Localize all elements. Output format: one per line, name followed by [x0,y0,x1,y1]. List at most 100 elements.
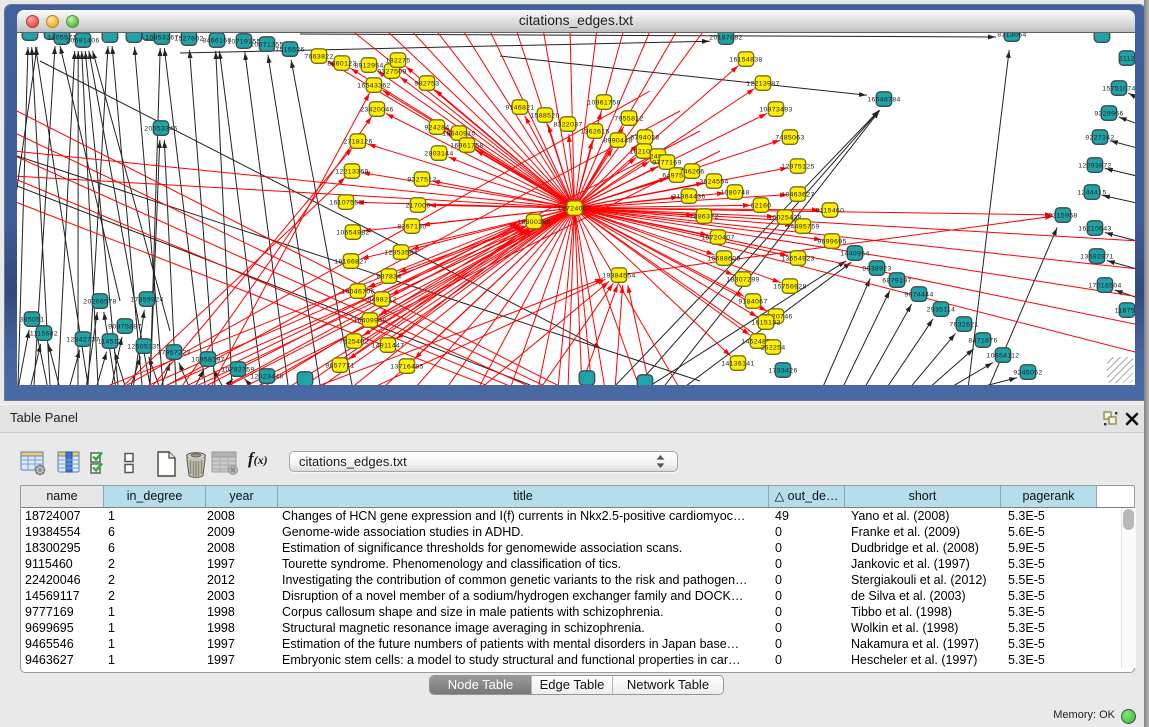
svg-text:16154838: 16154838 [729,56,762,63]
svg-text:18724007: 18724007 [558,205,591,212]
svg-text:887834: 887834 [376,273,401,280]
svg-text:10046706: 10046706 [341,288,374,295]
svg-text:18640910: 18640910 [442,130,475,137]
svg-text:1362615: 1362615 [580,128,609,135]
svg-text:12505135: 12505135 [127,343,160,350]
svg-text:7955812: 7955812 [614,115,643,122]
svg-text:9115460: 9115460 [816,207,845,214]
svg-text:15720407: 15720407 [701,234,734,241]
svg-text:12353594: 12353594 [384,249,417,256]
svg-text:2935114: 2935114 [927,306,956,313]
svg-text:9184067: 9184067 [738,298,767,305]
svg-text:9245052: 9245052 [1013,369,1042,376]
svg-text:2718126: 2718126 [343,138,372,145]
svg-text:21364436: 21364436 [672,193,705,200]
svg-text:1244415: 1244415 [1077,189,1106,196]
svg-text:14136141: 14136141 [721,360,754,367]
svg-text:8215958: 8215958 [1048,212,1077,219]
svg-text:8471676: 8471676 [968,337,997,344]
svg-text:16107553: 16107553 [329,199,362,206]
svg-text:982753: 982753 [414,80,439,87]
svg-text:12975125: 12975125 [781,163,814,170]
svg-text:18300295: 18300295 [517,219,550,226]
svg-text:217006: 217006 [405,202,430,209]
svg-text:15751074: 15751074 [1102,85,1135,92]
svg-text:10654112: 10654112 [987,352,1020,359]
svg-text:16210643: 16210643 [1078,225,1111,232]
svg-text:8938923: 8938923 [862,265,891,272]
svg-text:9146821: 9146821 [505,104,534,111]
svg-text:116753: 116753 [1115,307,1135,314]
svg-text:1440954: 1440954 [840,250,869,257]
svg-text:114513: 114513 [98,338,123,345]
svg-text:7886372: 7886372 [689,213,718,220]
svg-text:7632621: 7632621 [949,321,978,328]
svg-text:12023448: 12023448 [250,373,283,380]
svg-text:20053346: 20053346 [144,125,177,132]
svg-text:17016504: 17016504 [1088,282,1121,289]
svg-text:385051: 385051 [19,316,44,323]
svg-text:132275: 132275 [385,57,410,64]
svg-text:12213987: 12213987 [746,80,779,87]
svg-text:1733426: 1733426 [768,367,797,374]
svg-text:16961758: 16961758 [450,142,483,149]
svg-text:1080748: 1080748 [720,189,749,196]
svg-text:15756928: 15756928 [773,283,806,290]
svg-text:9327512: 9327512 [407,176,436,183]
svg-text:10961758: 10961758 [587,99,620,106]
svg-text:62160: 62160 [751,202,772,209]
svg-text:3624554: 3624554 [699,178,728,185]
svg-text:7625402: 7625402 [339,338,368,345]
svg-text:9777169: 9777169 [652,159,681,166]
svg-text:7515526: 7515526 [275,46,304,53]
svg-text:90975887: 90975887 [108,323,141,330]
svg-text:17957223: 17957223 [157,349,190,356]
svg-text:1112: 1112 [1119,55,1135,62]
svg-text:8660123: 8660123 [327,60,356,67]
svg-text:12342737: 12342737 [66,336,99,343]
svg-text:9329966: 9329966 [1094,110,1123,117]
svg-text:9227342: 9227342 [1085,134,1114,141]
svg-text:1527602: 1527602 [174,35,203,42]
svg-text:7663822: 7663822 [304,53,333,60]
svg-text:252254: 252254 [760,344,785,351]
svg-text:16648784: 16648784 [867,96,900,103]
svg-text:8990448: 8990448 [603,137,632,144]
svg-text:746266: 746266 [679,168,704,175]
svg-text:18307299: 18307299 [726,276,759,283]
svg-text:8322037: 8322037 [553,121,582,128]
svg-text:7485063: 7485063 [775,134,804,141]
svg-text:16409948: 16409948 [353,317,386,324]
svg-text:14495759: 14495759 [786,223,819,230]
svg-text:8267130: 8267130 [397,223,426,230]
svg-text:1615132: 1615132 [751,319,780,326]
svg-text:9699695: 9699695 [817,238,846,245]
svg-text:12093872: 12093872 [1078,162,1111,169]
svg-text:13692971: 13692971 [1080,253,1113,260]
svg-text:10958197: 10958197 [191,356,224,363]
svg-text:20206578: 20206578 [83,298,116,305]
svg-text:2803144: 2803144 [424,150,453,157]
svg-text:9674444: 9674444 [904,291,933,298]
svg-text:23420046: 23420046 [360,106,393,113]
svg-text:9498212: 9498212 [367,296,396,303]
svg-text:20691406: 20691406 [66,37,99,44]
svg-text:10782759: 10782759 [221,366,254,373]
svg-text:12213369: 12213369 [335,168,368,175]
svg-text:6794028: 6794028 [630,134,659,141]
svg-text:9327509: 9327509 [377,68,406,75]
svg-text:10463627: 10463627 [781,191,814,198]
svg-text:8313054: 8313054 [997,33,1026,38]
svg-text:1115682: 1115682 [30,330,58,337]
svg-text:10688609: 10688609 [707,255,740,262]
svg-text:14911447: 14911447 [372,342,405,349]
svg-text:19166827: 19166827 [334,258,367,265]
svg-text:1588520: 1588520 [530,112,559,119]
svg-text:20187682: 20187682 [709,34,742,41]
svg-text:17359924: 17359924 [130,296,163,303]
svg-text:9657771: 9657771 [325,362,354,369]
svg-text:6879197: 6879197 [882,277,911,284]
svg-text:13716485: 13716485 [390,363,423,370]
svg-text:10973493: 10973493 [759,106,792,113]
svg-text:13654923: 13654923 [781,255,814,262]
